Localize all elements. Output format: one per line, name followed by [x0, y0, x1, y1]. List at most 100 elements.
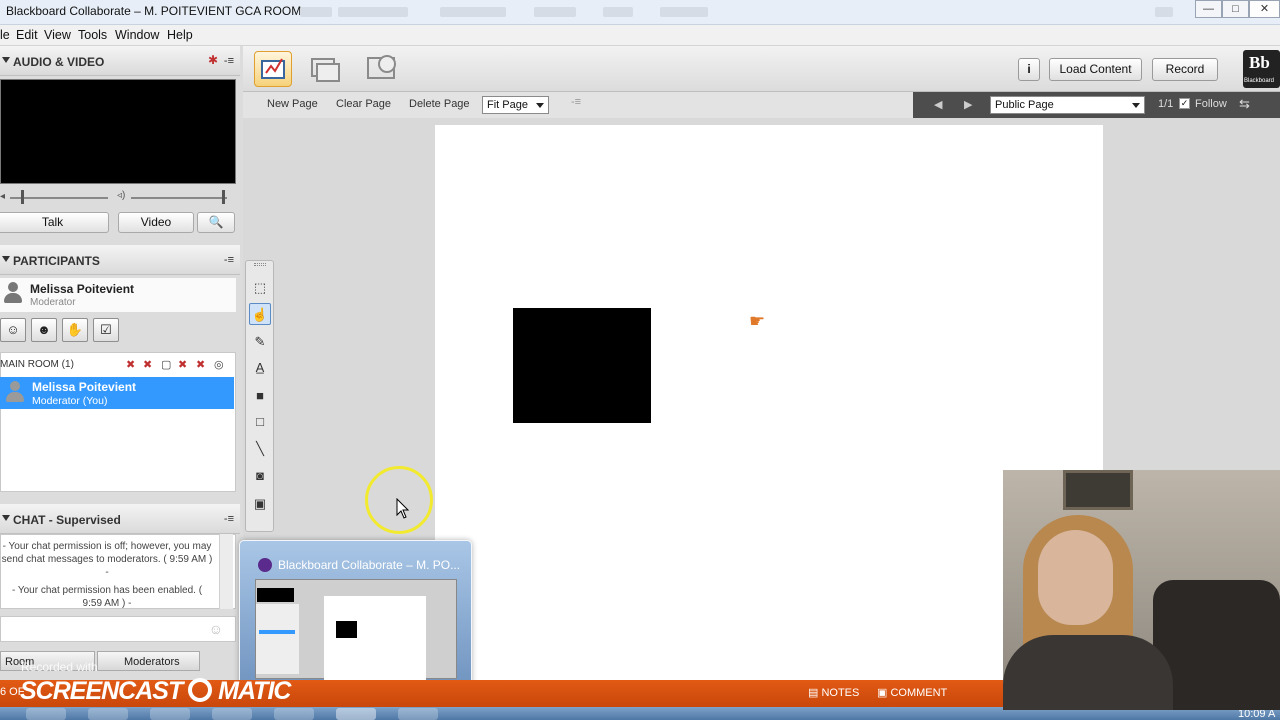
zoom-select[interactable]: Fit Page: [482, 96, 549, 114]
left-panel: AUDIO & VIDEO ✱ -≡ ◂ ◃) Talk Video 🔍 PAR…: [0, 46, 243, 680]
drag-handle[interactable]: [254, 263, 266, 266]
taskbar-app-icon[interactable]: [398, 708, 438, 720]
page-list-icon[interactable]: -≡: [571, 96, 581, 108]
pen-tool[interactable]: ✎: [249, 331, 271, 353]
mic-settings-icon[interactable]: ✱: [208, 53, 218, 67]
notes-button[interactable]: ▤ NOTES: [808, 686, 859, 699]
preview-thumbnail: [255, 579, 457, 680]
info-icon: i: [1027, 62, 1031, 76]
chat-history: - Your chat permission is off; however, …: [0, 534, 236, 609]
record-button[interactable]: Record: [1152, 58, 1218, 81]
status-button[interactable]: ☻: [31, 318, 57, 342]
collapse-icon[interactable]: [2, 515, 10, 521]
chevron-down-icon: [1132, 103, 1140, 108]
pointer-tool[interactable]: ☝: [249, 303, 271, 325]
follow-checkbox[interactable]: ✓: [1179, 98, 1190, 109]
panel-menu-icon[interactable]: -≡: [224, 254, 234, 266]
remove-whiteboard-icon[interactable]: ✖: [178, 358, 187, 371]
audio-video-header[interactable]: AUDIO & VIDEO ✱ -≡: [0, 46, 240, 76]
menu-window[interactable]: Window: [115, 28, 159, 42]
emoticon-icon[interactable]: ☺: [209, 621, 223, 637]
clear-page-button[interactable]: Clear Page: [336, 98, 391, 110]
minimize-button[interactable]: —: [1195, 0, 1222, 18]
previous-page-icon[interactable]: ◀: [934, 98, 942, 111]
chat-message: - Your chat permission has been enabled.…: [11, 585, 203, 609]
comment-button[interactable]: ▣ COMMENT: [877, 686, 947, 699]
collapse-icon[interactable]: [2, 57, 10, 63]
taskbar-window-preview[interactable]: Blackboard Collaborate – M. PO...: [239, 540, 472, 692]
menu-tools[interactable]: Tools: [78, 28, 107, 42]
app-share-mode-button[interactable]: [307, 51, 345, 87]
taskbar-chrome-icon[interactable]: [150, 708, 190, 720]
drawn-rectangle[interactable]: [513, 308, 651, 423]
load-content-button[interactable]: Load Content: [1049, 58, 1142, 81]
delete-page-button[interactable]: Delete Page: [409, 98, 470, 110]
maximize-button[interactable]: □: [1222, 0, 1249, 18]
video-zoom-button[interactable]: 🔍: [197, 212, 235, 233]
remove-app-share-icon[interactable]: ✖: [196, 358, 205, 371]
video-button[interactable]: Video: [118, 212, 194, 233]
rectangle-tool[interactable]: □: [249, 411, 271, 433]
speaker-volume-slider[interactable]: [10, 197, 108, 199]
menu-edit[interactable]: Edit: [16, 28, 38, 42]
ghost-tab: [660, 7, 708, 17]
web-tour-mode-button[interactable]: [365, 51, 403, 87]
text-icon: A̲: [255, 360, 265, 375]
clipart-tool[interactable]: ▣: [249, 493, 271, 515]
list-item[interactable]: Melissa Poitevient Moderator (You): [0, 377, 234, 409]
presenter-body: [1003, 635, 1173, 710]
taskbar-explorer-icon[interactable]: [26, 708, 66, 720]
selector-tool[interactable]: ⬚: [249, 277, 271, 299]
mic-volume-slider[interactable]: [131, 197, 227, 199]
room-count: (1): [61, 359, 74, 370]
participants-title: PARTICIPANTS: [13, 254, 100, 268]
chat-tab-moderators[interactable]: Moderators: [97, 651, 200, 671]
expand-icon[interactable]: ⇆: [1239, 96, 1250, 112]
chat-scrollbar[interactable]: [219, 534, 233, 609]
menu-view[interactable]: View: [44, 28, 71, 42]
ghost-tab: [300, 7, 332, 17]
chat-input[interactable]: ☺: [0, 616, 236, 642]
web-tour-icon[interactable]: ◎: [214, 358, 224, 371]
camera-icon: ◙: [256, 468, 264, 483]
page-view-select[interactable]: Public Page: [990, 96, 1145, 114]
emoticon-button[interactable]: ☺: [0, 318, 26, 342]
selected-user-role: Moderator (You): [32, 395, 108, 407]
mic-icon: ◃): [117, 190, 126, 201]
screenshot-tool[interactable]: ◙: [249, 465, 271, 487]
line-tool[interactable]: ╲: [249, 438, 271, 460]
chat-header[interactable]: CHAT - Supervised -≡: [0, 504, 240, 534]
collapse-icon[interactable]: [2, 256, 10, 262]
remove-audio-icon[interactable]: ✖: [126, 358, 135, 371]
chat-perm-icon[interactable]: ▢: [161, 358, 171, 371]
speaker-slider-knob[interactable]: [21, 190, 24, 204]
zoom-value: Fit Page: [487, 99, 528, 111]
remove-video-icon[interactable]: ✖: [143, 358, 152, 371]
taskbar-ie-icon[interactable]: [88, 708, 128, 720]
participants-header[interactable]: PARTICIPANTS -≡: [0, 245, 240, 275]
panel-menu-icon[interactable]: -≡: [224, 513, 234, 525]
menu-file[interactable]: le: [0, 28, 10, 42]
taskbar-collaborate-icon[interactable]: [336, 708, 376, 720]
tab-moderators-label: Moderators: [124, 656, 180, 668]
info-button[interactable]: i: [1018, 58, 1040, 81]
poll-button[interactable]: ☑: [93, 318, 119, 342]
user-name: Melissa Poitevient: [30, 282, 135, 296]
close-button[interactable]: ✕: [1249, 0, 1280, 18]
whiteboard-mode-button[interactable]: [254, 51, 292, 87]
whiteboard-icon: [261, 58, 285, 79]
taskbar-powerpoint-icon[interactable]: [274, 708, 314, 720]
talk-button[interactable]: Talk: [0, 212, 109, 233]
menu-help[interactable]: Help: [167, 28, 193, 42]
next-page-icon[interactable]: ▶: [964, 98, 972, 111]
mic-slider-knob[interactable]: [222, 190, 225, 204]
text-tool[interactable]: A̲: [249, 357, 271, 379]
raise-hand-button[interactable]: ✋: [62, 318, 88, 342]
ghost-tab: [440, 7, 506, 17]
panel-menu-icon[interactable]: -≡: [224, 55, 234, 67]
taskbar-firefox-icon[interactable]: [212, 708, 252, 720]
filled-shape-tool[interactable]: ■: [249, 385, 271, 407]
preview-title: Blackboard Collaborate – M. PO...: [278, 558, 461, 572]
select-arrow-icon: ⬚: [253, 280, 267, 295]
new-page-button[interactable]: New Page: [267, 98, 318, 110]
